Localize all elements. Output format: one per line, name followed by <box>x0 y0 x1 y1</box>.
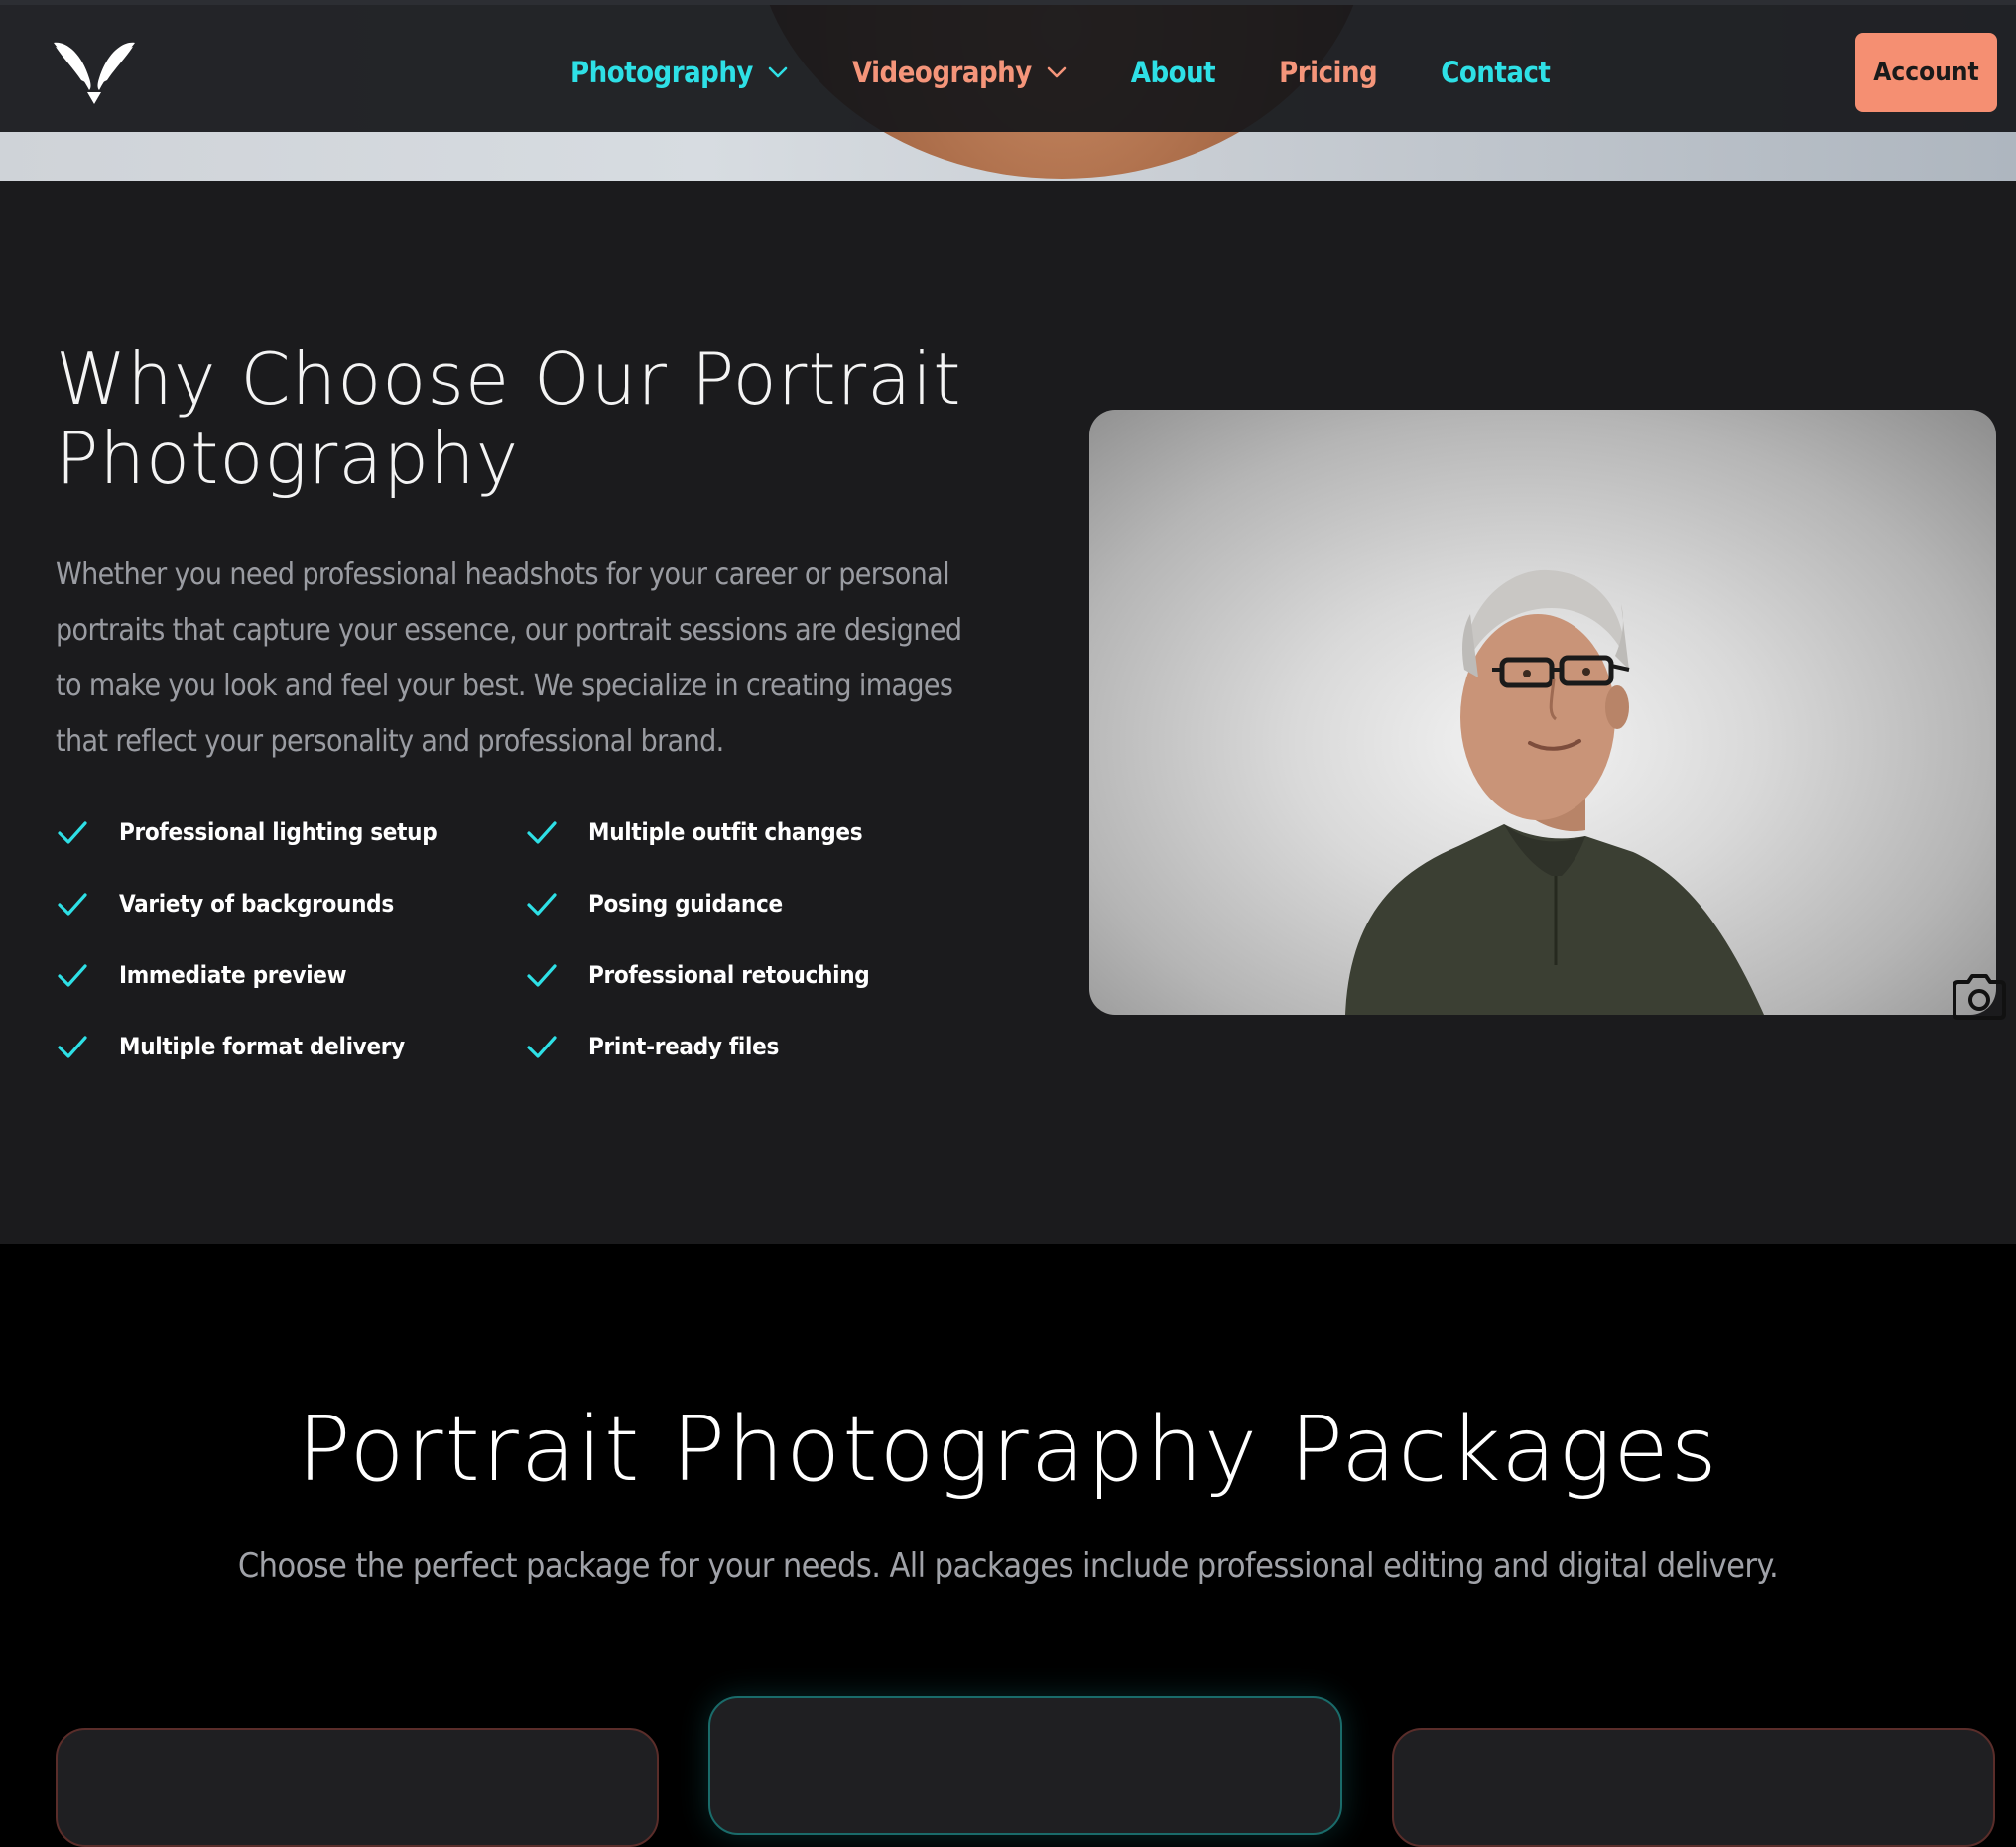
feature-item: Print-ready files <box>525 1030 994 1063</box>
feature-item: Immediate preview <box>56 958 525 992</box>
nav-pricing-label: Pricing <box>1279 56 1378 89</box>
feature-item: Professional lighting setup <box>56 815 525 849</box>
checkmark-icon <box>527 821 557 844</box>
nav-photography-label: Photography <box>570 56 753 89</box>
packages-section: Portrait Photography Packages Choose the… <box>0 1244 2016 1847</box>
packages-subtitle: Choose the perfect package for your need… <box>237 1546 1779 1586</box>
nav-photography[interactable]: Photography <box>570 56 789 89</box>
why-description: Whether you need professional headshots … <box>56 557 962 759</box>
feature-item: Multiple outfit changes <box>525 815 994 849</box>
package-card[interactable] <box>56 1728 659 1847</box>
checkmark-icon <box>58 893 87 916</box>
portrait-photo <box>1089 410 1996 1015</box>
feature-label: Multiple format delivery <box>119 1033 405 1060</box>
checkmark-icon <box>58 1036 87 1058</box>
chevron-down-icon <box>768 66 788 78</box>
checkmark-icon <box>527 964 557 987</box>
site-header: Photography Videography About Pricing Co… <box>0 5 2016 132</box>
camera-icon[interactable] <box>1951 972 2008 1022</box>
feature-label: Professional lighting setup <box>119 818 438 846</box>
package-card-featured[interactable] <box>708 1696 1342 1835</box>
packages-title: Portrait Photography Packages <box>297 1398 1719 1502</box>
feature-label: Multiple outfit changes <box>588 818 863 846</box>
checkmark-icon <box>527 1036 557 1058</box>
nav-videography[interactable]: Videography <box>852 56 1068 89</box>
why-title: Why Choose Our Portrait Photography <box>56 337 962 500</box>
package-card[interactable] <box>1392 1728 1995 1847</box>
feature-label: Immediate preview <box>119 961 347 989</box>
checkmark-icon <box>527 893 557 916</box>
account-button[interactable]: Account <box>1855 33 1997 112</box>
feature-label: Print-ready files <box>588 1033 780 1060</box>
nav-about-label: About <box>1130 56 1216 89</box>
feature-list: Professional lighting setup Multiple out… <box>56 815 948 1063</box>
nav-pricing[interactable]: Pricing <box>1279 56 1378 89</box>
feature-item: Variety of backgrounds <box>56 887 525 921</box>
checkmark-icon <box>58 964 87 987</box>
winged-v-logo-icon[interactable] <box>52 35 137 104</box>
feature-label: Variety of backgrounds <box>119 890 394 918</box>
feature-item: Posing guidance <box>525 887 994 921</box>
feature-label: Professional retouching <box>588 961 870 989</box>
feature-label: Posing guidance <box>588 890 783 918</box>
why-choose-section: Why Choose Our Portrait Photography Whet… <box>0 181 2016 1244</box>
main-nav: Photography Videography About Pricing Co… <box>570 49 1613 96</box>
chevron-down-icon <box>1047 66 1067 78</box>
checkmark-icon <box>58 821 87 844</box>
portrait-subject <box>1345 569 1764 1015</box>
feature-item: Multiple format delivery <box>56 1030 525 1063</box>
nav-about[interactable]: About <box>1130 56 1216 89</box>
nav-contact-label: Contact <box>1441 56 1551 89</box>
feature-item: Professional retouching <box>525 958 994 992</box>
nav-videography-label: Videography <box>851 56 1032 89</box>
nav-contact[interactable]: Contact <box>1441 56 1551 89</box>
